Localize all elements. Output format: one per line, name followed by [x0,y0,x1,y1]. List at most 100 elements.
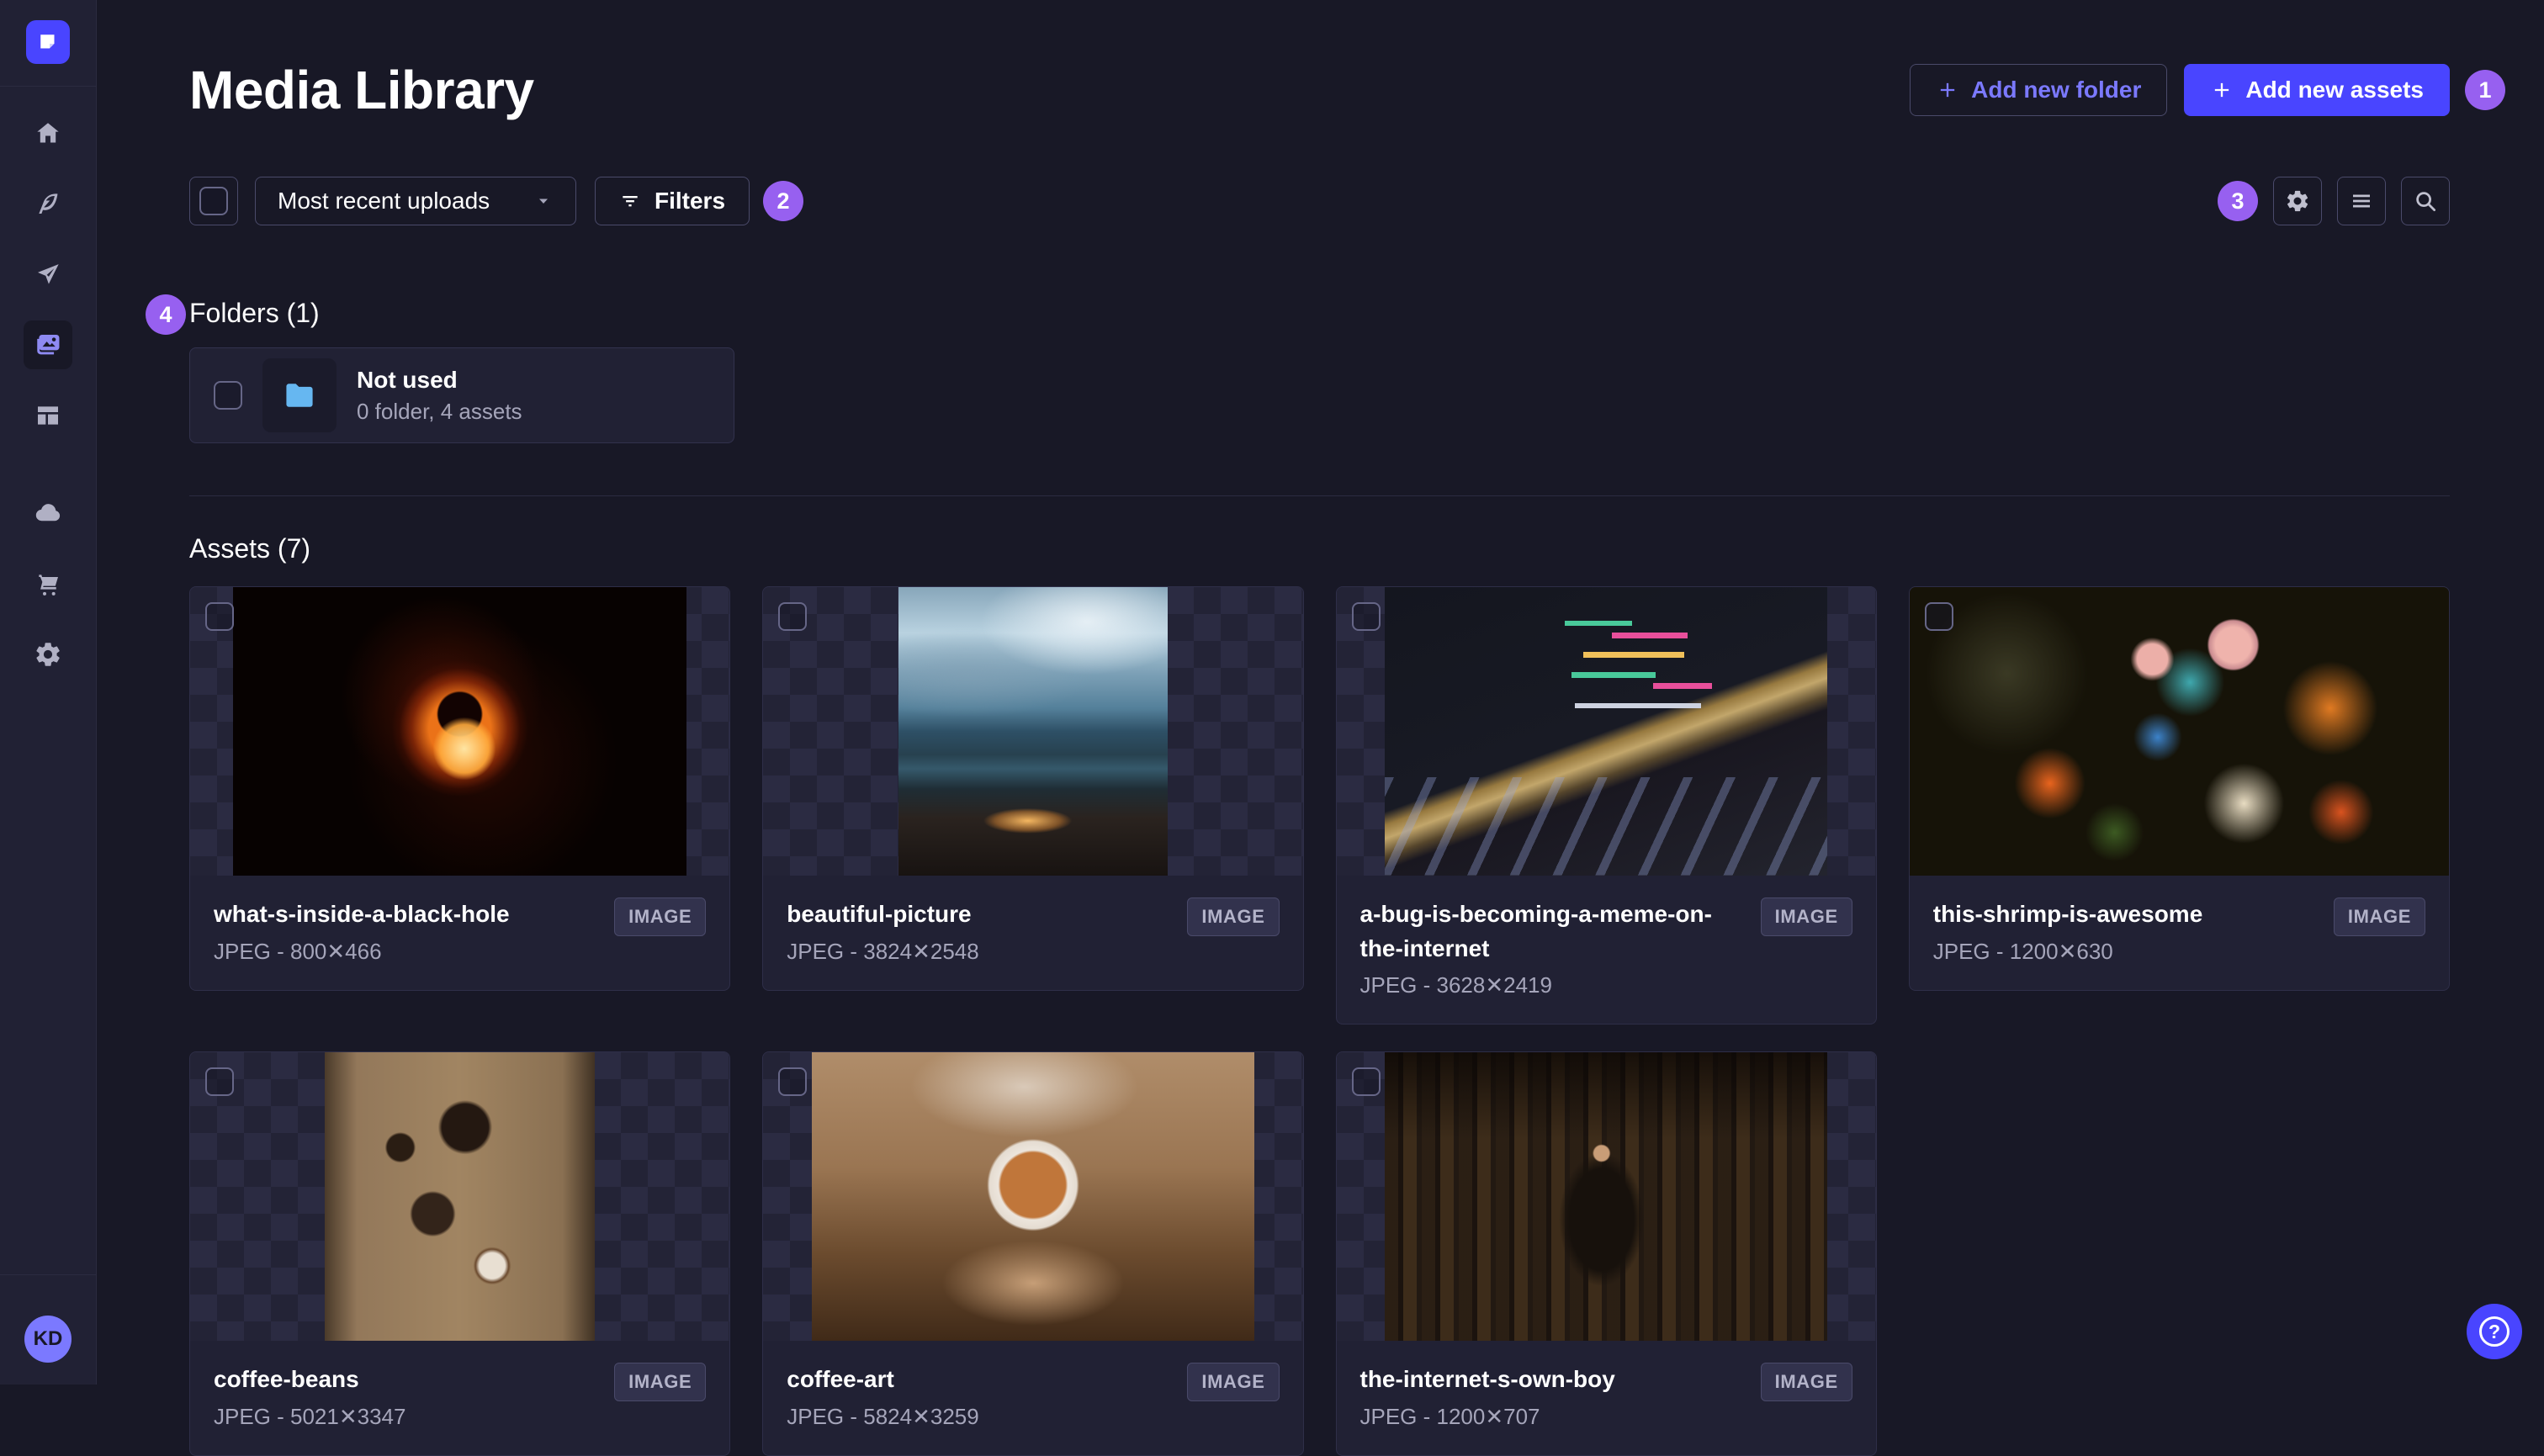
sidebar-item-content-type-builder[interactable] [24,391,72,440]
asset-meta: JPEG - 1200✕707 [1359,1403,1540,1429]
sidebar-item-home[interactable] [24,109,72,157]
search-button[interactable] [2401,177,2450,225]
sidebar-item-deploy[interactable] [24,489,72,537]
toolbar-right: 3 [2218,177,2450,225]
asset-image [325,1052,595,1342]
asset-caption-text: beautiful-picture JPEG - 3824✕2548 [787,897,1174,965]
filters-button[interactable]: Filters [595,177,750,225]
asset-image [811,1052,1254,1342]
help-button[interactable]: ? [2467,1304,2522,1359]
main-content: Media Library Add new folder Add new ass… [97,0,2544,1456]
asset-caption: what-s-inside-a-black-hole JPEG - 800✕46… [190,876,729,990]
sort-select[interactable]: Most recent uploads [255,177,576,225]
page-title: Media Library [189,60,534,120]
folders-section: 4 Folders (1) Not used 0 folder, 4 asset… [146,294,2450,443]
asset-caption-text: coffee-beans JPEG - 5021✕3347 [214,1363,601,1430]
folders-list: Not used 0 folder, 4 assets [189,347,2450,443]
asset-card[interactable]: coffee-art JPEG - 5824✕3259 IMAGE [762,1051,1304,1456]
asset-meta: JPEG - 800✕466 [214,938,382,964]
select-all-button[interactable] [189,177,238,225]
assets-section-title: Assets (7) [189,533,311,564]
asset-caption-text: a-bug-is-becoming-a-meme-on-the-internet… [1360,897,1747,998]
asset-image [1909,587,2449,876]
asset-card[interactable]: coffee-beans JPEG - 5021✕3347 IMAGE [189,1051,731,1456]
asset-meta: JPEG - 1200✕630 [1932,938,2113,964]
strapi-logo[interactable] [26,20,70,64]
asset-thumbnail [763,1052,1303,1342]
add-new-assets-label: Add new assets [2245,77,2424,103]
sidebar-item-content-manager[interactable] [24,179,72,228]
folder-icon [286,384,313,407]
sidebar-item-settings[interactable] [24,630,72,679]
asset-thumbnail [1336,587,1876,876]
asset-meta: JPEG - 5021✕3347 [214,1403,406,1429]
strapi-logo-icon [40,34,55,49]
folder-card[interactable]: Not used 0 folder, 4 assets [189,347,734,443]
chevron-down-icon [539,199,548,204]
page-header: Media Library Add new folder Add new ass… [189,59,2505,121]
sort-select-value: Most recent uploads [278,188,490,214]
asset-thumbnail [763,587,1303,876]
asset-image [233,587,686,876]
layout-icon [38,406,58,425]
asset-card[interactable]: the-internet-s-own-boy JPEG - 1200✕707 I… [1335,1051,1877,1456]
asset-card[interactable]: this-shrimp-is-awesome JPEG - 1200✕630 I… [1908,586,2450,991]
question-mark-icon: ? [2479,1316,2510,1347]
filters-label: Filters [655,188,726,214]
asset-caption: the-internet-s-own-boy JPEG - 1200✕707 I… [1337,1341,1876,1455]
asset-meta: JPEG - 3628✕2419 [1359,972,1552,998]
gear-icon [36,643,60,666]
asset-caption: beautiful-picture JPEG - 3824✕2548 IMAGE [763,876,1302,990]
asset-type-badge: IMAGE [1187,1363,1280,1402]
asset-title: this-shrimp-is-awesome [1932,901,2203,927]
cloud-icon [35,504,61,522]
asset-checkbox[interactable] [778,602,808,631]
asset-image [1385,587,1828,876]
add-new-assets-button[interactable]: Add new assets [2184,64,2450,116]
sidebar-item-releases[interactable] [24,250,72,299]
asset-type-badge: IMAGE [1760,897,1852,936]
sidebar-divider-bottom [0,1274,97,1275]
asset-checkbox[interactable] [778,1067,808,1097]
select-all-checkbox[interactable] [199,187,228,215]
filter-icon [623,196,638,207]
sidebar-item-media-library[interactable] [24,320,72,369]
asset-thumbnail [1909,587,2449,876]
asset-caption-text: what-s-inside-a-black-hole JPEG - 800✕46… [214,897,601,965]
section-divider [189,495,2450,496]
annotation-badge-1: 1 [2465,70,2505,110]
add-new-folder-button[interactable]: Add new folder [1910,64,2168,116]
asset-checkbox[interactable] [1924,602,1953,631]
sidebar-item-marketplace[interactable] [24,559,72,608]
sidebar: KD [0,0,97,1385]
folder-name: Not used [357,366,458,393]
asset-checkbox[interactable] [205,1067,234,1097]
asset-checkbox[interactable] [1351,1067,1381,1097]
asset-caption: coffee-art JPEG - 5824✕3259 IMAGE [763,1341,1302,1455]
plus-icon [1940,82,1955,98]
asset-card[interactable]: a-bug-is-becoming-a-meme-on-the-internet… [1335,586,1877,1025]
list-view-button[interactable] [2337,177,2386,225]
annotation-badge-3: 3 [2218,181,2258,221]
asset-type-badge: IMAGE [614,897,707,936]
annotation-badge-4: 4 [146,294,186,335]
asset-title: coffee-beans [214,1366,359,1393]
asset-title: a-bug-is-becoming-a-meme-on-the-internet [1359,901,1712,961]
asset-card[interactable]: beautiful-picture JPEG - 3824✕2548 IMAGE [762,586,1304,991]
assets-section: Assets (7) what-s-inside-a-black-hole JP… [189,533,2450,1456]
asset-checkbox[interactable] [205,602,234,631]
home-icon [37,123,59,143]
folder-checkbox[interactable] [214,381,242,410]
asset-caption-text: this-shrimp-is-awesome JPEG - 1200✕630 [1933,897,2320,965]
view-settings-button[interactable] [2273,177,2322,225]
asset-type-badge: IMAGE [2333,897,2425,936]
asset-checkbox[interactable] [1351,602,1381,631]
user-avatar[interactable]: KD [24,1316,72,1363]
annotation-badge-2: 2 [763,181,804,221]
asset-title: the-internet-s-own-boy [1359,1366,1615,1393]
asset-card[interactable]: what-s-inside-a-black-hole JPEG - 800✕46… [189,586,731,991]
asset-thumbnail [1336,1052,1876,1342]
asset-caption: a-bug-is-becoming-a-meme-on-the-internet… [1337,876,1876,1024]
asset-type-badge: IMAGE [1760,1363,1852,1402]
asset-title: coffee-art [787,1366,894,1393]
